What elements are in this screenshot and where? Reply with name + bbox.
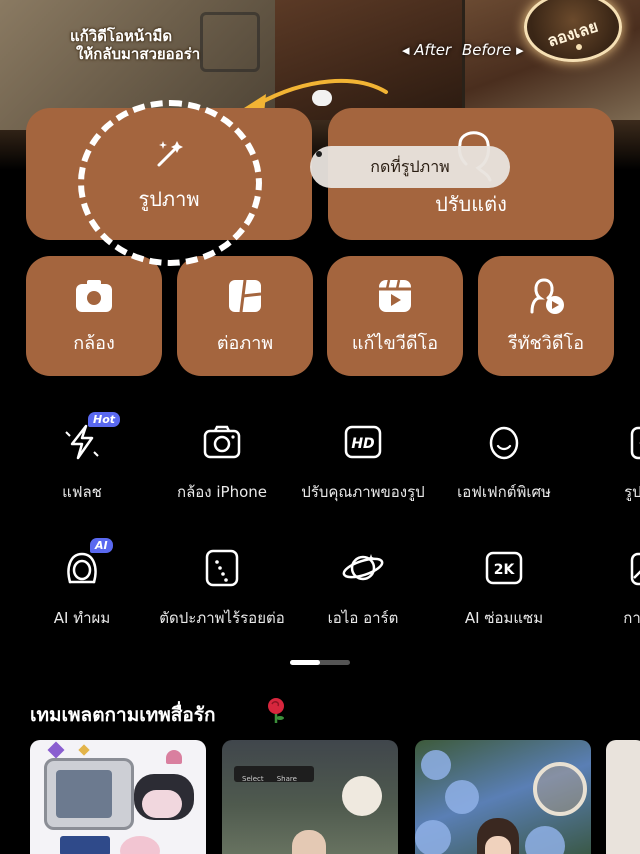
- sparkle-photo-icon: [624, 420, 640, 464]
- magic-wand-icon: [149, 133, 189, 173]
- pink-sticker: [120, 836, 160, 854]
- template-card-1[interactable]: [30, 740, 206, 854]
- share-label: Share: [276, 775, 297, 783]
- select-label: Select: [242, 775, 264, 783]
- photo-card-label: รูปภาพ: [138, 187, 200, 211]
- template-phone-bar: Select Share: [234, 766, 314, 783]
- before-label: Before ▸: [462, 41, 524, 59]
- tool-flash[interactable]: Hot แฟลช: [12, 412, 152, 503]
- hydrangea: [525, 826, 565, 854]
- retouch-video-card-label: รีทัชวิดีโอ: [507, 332, 585, 354]
- collage-card-label: ต่อภาพ: [216, 332, 274, 354]
- template-card-3[interactable]: [415, 740, 591, 854]
- rose-icon: [268, 698, 284, 723]
- dog-photo: [342, 776, 382, 816]
- gem-sticker-small: [78, 744, 90, 756]
- retouch-card-label: ปรับแต่ง: [435, 192, 507, 216]
- hot-badge: Hot: [88, 412, 121, 427]
- collage-icon: [225, 276, 265, 316]
- tool-enhance-quality[interactable]: HD ปรับคุณภาพของรูป: [293, 420, 433, 503]
- hydrangea: [415, 820, 451, 854]
- edit-video-card[interactable]: แก้ไขวีดีโอ: [327, 256, 463, 376]
- camera-outline-icon: [200, 420, 244, 464]
- frame-ring-sticker: [533, 762, 587, 816]
- tool-ai-repair-label: AI ซ่อมแซม: [464, 609, 544, 627]
- planet-icon: [341, 546, 385, 590]
- tool-seamless-cutout-label: ตัดปะภาพไร้รอยต่อ: [159, 609, 285, 627]
- templates-section-title: เทมเพลตกามเทพสื่อรัก: [30, 704, 216, 726]
- 2k-icon: 2K: [482, 546, 526, 590]
- tool-photo-label: รูปถ่าย: [624, 483, 640, 501]
- tool-flash-label: แฟลช: [62, 483, 102, 501]
- tool-ai-art-label: เอไอ อาร์ต: [327, 609, 399, 627]
- template-card-4[interactable]: [606, 740, 640, 854]
- hd-icon: HD: [341, 420, 385, 464]
- tap-photo-tooltip: กดที่รูปภาพ: [310, 146, 510, 188]
- camera-sticker-screen: [56, 770, 112, 818]
- tooltip-dot: [316, 151, 322, 157]
- hair-icon: AI: [60, 538, 113, 590]
- tool-ai-hair[interactable]: AI AI ทำผม: [12, 538, 152, 629]
- camera-card[interactable]: กล้อง: [26, 256, 162, 376]
- tool-partial[interactable]: การแช: [576, 546, 640, 629]
- photo-card[interactable]: รูปภาพ: [26, 108, 312, 240]
- video-edit-icon: [375, 276, 415, 316]
- retouch-video-card[interactable]: รีทัชวิดีโอ: [478, 256, 614, 376]
- try-now-dot: [576, 44, 582, 50]
- camera-card-label: กล้อง: [73, 332, 115, 354]
- cutout-icon: [200, 546, 244, 590]
- collage-card[interactable]: ต่อภาพ: [177, 256, 313, 376]
- camera-icon: [74, 276, 114, 316]
- template-card-2[interactable]: Select Share: [222, 740, 398, 854]
- page-indicator: [290, 660, 350, 665]
- svg-text:HD: HD: [351, 436, 374, 452]
- girl-photo: [292, 830, 326, 854]
- hydrangea: [421, 750, 451, 780]
- banner-white-blob: [312, 90, 332, 106]
- page-indicator-active: [290, 660, 320, 665]
- tool-partial-label: การแช: [623, 609, 640, 627]
- tool-special-effects-label: เอฟเฟกต์พิเศษ: [457, 483, 551, 501]
- heart-sticker: [166, 750, 182, 764]
- tool-special-effects[interactable]: เอฟเฟกต์พิเศษ: [434, 420, 574, 503]
- melody-sticker: [142, 790, 182, 818]
- tool-ai-hair-label: AI ทำผม: [53, 609, 111, 627]
- gem-sticker: [47, 741, 65, 759]
- retouch-video-icon: [526, 276, 566, 316]
- tool-iphone-camera-label: กล้อง iPhone: [176, 483, 267, 501]
- image-icon: [624, 546, 640, 590]
- tool-enhance-quality-label: ปรับคุณภาพของรูป: [301, 483, 425, 501]
- edit-video-card-label: แก้ไขวีดีโอ: [351, 332, 439, 354]
- hydrangea: [445, 780, 479, 814]
- ai-badge: AI: [90, 538, 113, 553]
- girl-face: [485, 836, 511, 854]
- after-label: ◂ After: [402, 41, 452, 59]
- label-sticker: [60, 836, 110, 854]
- face-icon: [482, 420, 526, 464]
- try-now-label: ลองเลย: [545, 15, 601, 51]
- svg-text:2K: 2K: [494, 562, 516, 578]
- tooltip-text: กดที่รูปภาพ: [370, 156, 450, 176]
- flash-icon: Hot: [60, 412, 121, 464]
- tool-photo[interactable]: รูปถ่าย: [576, 420, 640, 503]
- tool-iphone-camera[interactable]: กล้อง iPhone: [152, 420, 292, 503]
- tool-ai-art[interactable]: เอไอ อาร์ต: [293, 546, 433, 629]
- tool-seamless-cutout[interactable]: ตัดปะภาพไร้รอยต่อ: [152, 546, 292, 629]
- banner-subtitle-line2: ให้กลับมาสวยออร่า: [76, 45, 201, 63]
- tool-ai-repair[interactable]: 2K AI ซ่อมแซม: [434, 546, 574, 629]
